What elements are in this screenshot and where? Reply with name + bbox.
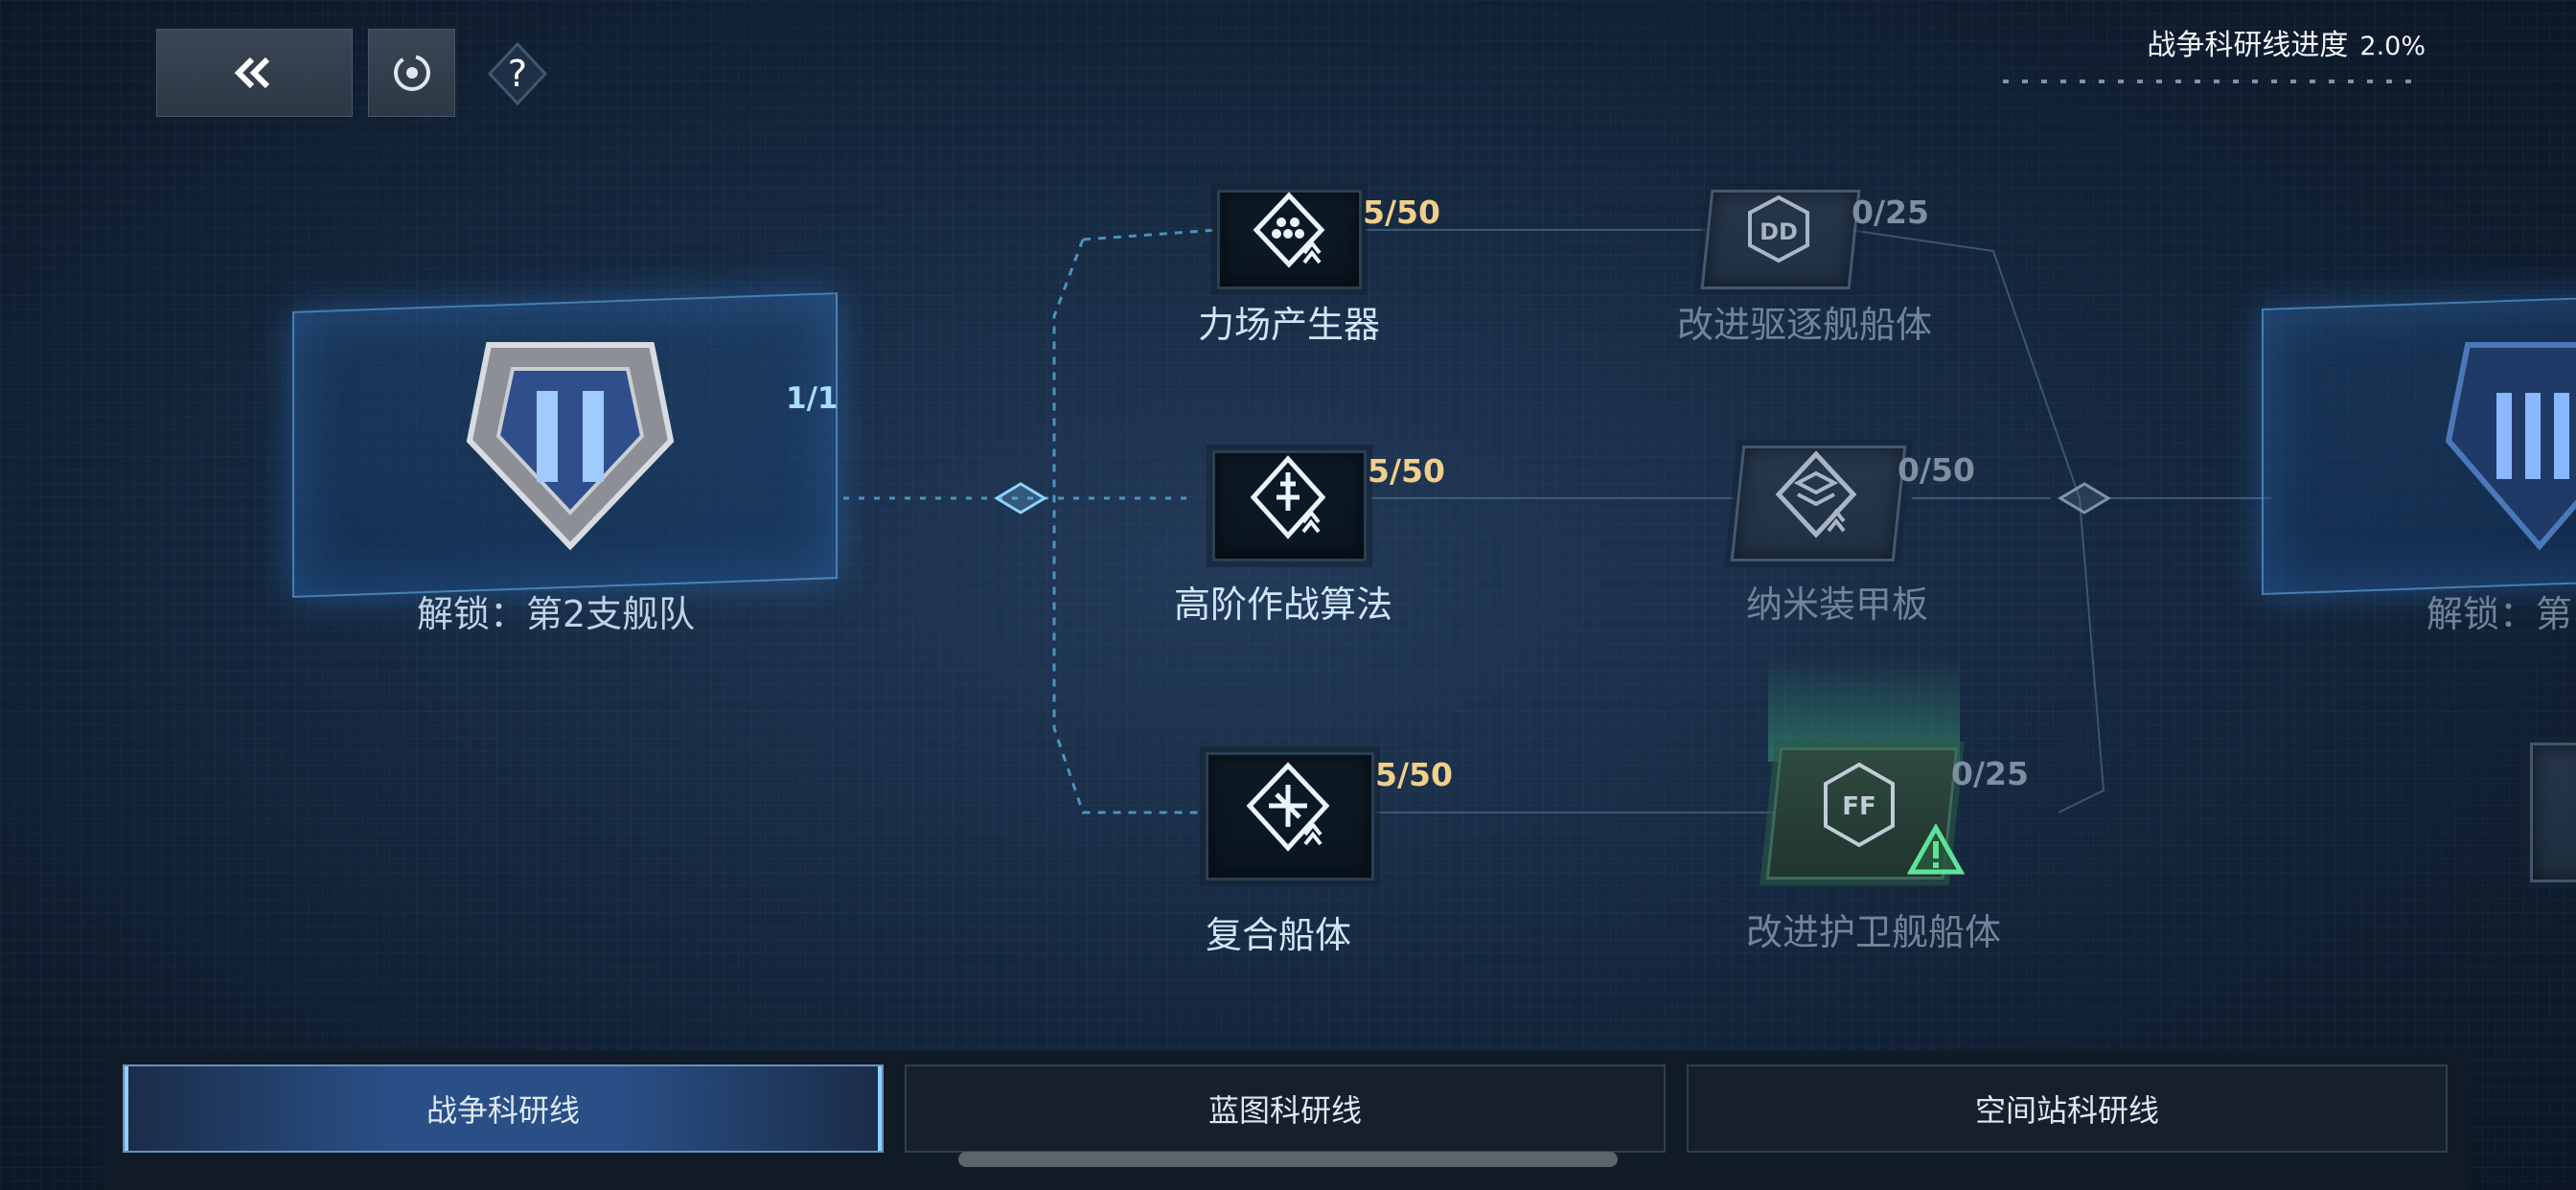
tier-label-next: 解锁：第 <box>2426 593 2573 635</box>
progress-bar <box>2003 80 2411 83</box>
tier-label: 解锁：第2支舰队 <box>417 593 696 635</box>
DD-hull-icon: DD <box>1748 195 1809 263</box>
tab-blueprint-research[interactable]: 蓝图科研线 <box>905 1064 1666 1153</box>
tab-label: 蓝图科研线 <box>1208 1092 1362 1129</box>
composite-hull-icon <box>1246 762 1330 852</box>
node-count: 5/50 <box>1368 452 1445 490</box>
tier-count: 1/1 <box>786 381 839 416</box>
progress-value: 2.0% <box>2359 32 2426 61</box>
circular-record-icon <box>393 55 430 91</box>
research-progress: 战争科研线进度 2.0% <box>2147 21 2426 63</box>
home-indicator <box>958 1152 1618 1167</box>
node-label: 纳米装甲板 <box>1746 584 1929 626</box>
node-label: 改进护卫舰船体 <box>1746 911 2002 953</box>
node-count: 0/25 <box>1951 755 2029 792</box>
tab-label: 战争科研线 <box>426 1092 580 1129</box>
svg-text:FF: FF <box>1842 792 1876 821</box>
progress-label: 战争科研线进度 <box>2147 29 2349 62</box>
tab-label: 空间站科研线 <box>1974 1092 2159 1129</box>
research-tab-bar: 战争科研线 蓝图科研线 空间站科研线 <box>104 1051 2471 1190</box>
FF-hull-icon: FF <box>1824 762 1895 848</box>
warning-triangle-icon <box>1907 824 1965 875</box>
available-glow <box>1768 656 1960 762</box>
combat-algorithm-icon <box>1250 455 1326 539</box>
rank-II-shield-icon <box>466 342 675 551</box>
record-button[interactable] <box>368 29 455 117</box>
tech-node-partial[interactable] <box>2530 743 2576 882</box>
node-count: 0/50 <box>1898 451 1975 489</box>
tab-war-research[interactable]: 战争科研线 <box>123 1064 884 1153</box>
junction-diamond-left <box>994 482 1047 515</box>
rank-III-shield-icon <box>2445 342 2576 551</box>
node-count: 5/50 <box>1375 756 1453 793</box>
node-count: 0/25 <box>1852 194 1929 231</box>
force-field-generator-icon <box>1253 192 1325 268</box>
nano-armor-icon <box>1775 450 1857 538</box>
back-button[interactable] <box>156 29 353 117</box>
node-label: 高阶作战算法 <box>1174 584 1393 626</box>
tab-station-research[interactable]: 空间站科研线 <box>1687 1064 2448 1153</box>
svg-text:DD: DD <box>1760 218 1798 245</box>
node-label: 改进驱逐舰船体 <box>1677 304 1933 346</box>
node-label: 复合船体 <box>1206 914 1352 956</box>
double-chevron-left-icon <box>234 57 269 89</box>
svg-text:?: ? <box>508 53 527 95</box>
node-count: 5/50 <box>1363 194 1440 231</box>
node-label: 力场产生器 <box>1198 304 1381 346</box>
junction-diamond-right <box>2058 482 2111 515</box>
question-diamond-icon[interactable]: ? <box>484 40 551 107</box>
